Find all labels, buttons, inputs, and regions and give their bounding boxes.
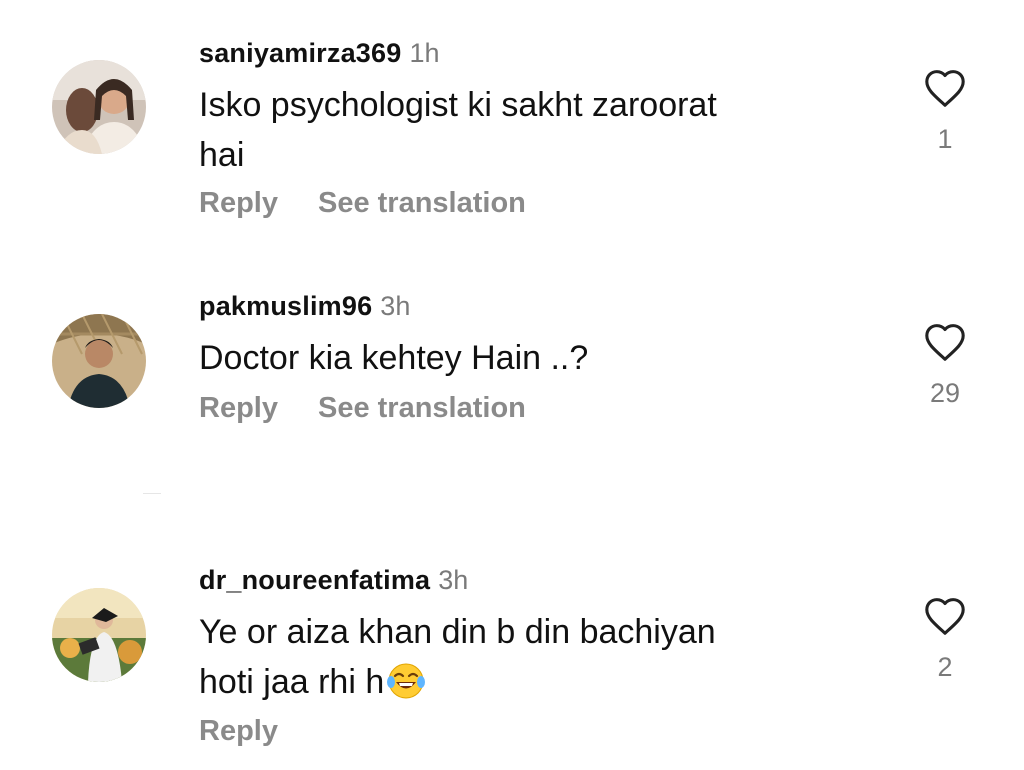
- heart-icon[interactable]: [923, 596, 967, 636]
- comment-header: dr_noureenfatima 3h: [199, 564, 468, 596]
- username[interactable]: dr_noureenfatima: [199, 565, 430, 595]
- comment-item: dr_noureenfatima 3h Ye or aiza khan din b…: [0, 0, 1024, 770]
- avatar[interactable]: [52, 588, 146, 682]
- timestamp: 3h: [438, 565, 469, 595]
- avatar-photo-graduate: [52, 588, 146, 682]
- like-section: 2: [918, 596, 972, 682]
- comment-actions: Reply: [199, 714, 278, 748]
- like-count: 2: [937, 652, 953, 682]
- comment-text-line: hoti jaa rhi h: [199, 663, 385, 701]
- comment-text-line: Ye or aiza khan din b din bachiyan: [199, 613, 716, 651]
- reply-button[interactable]: Reply: [199, 715, 278, 747]
- face-with-tears-of-joy-icon: [387, 663, 426, 699]
- comment-text-line-with-emoji: hoti jaa rhi h: [199, 657, 839, 707]
- comment-text: Ye or aiza khan din b din bachiyan hoti …: [199, 607, 839, 707]
